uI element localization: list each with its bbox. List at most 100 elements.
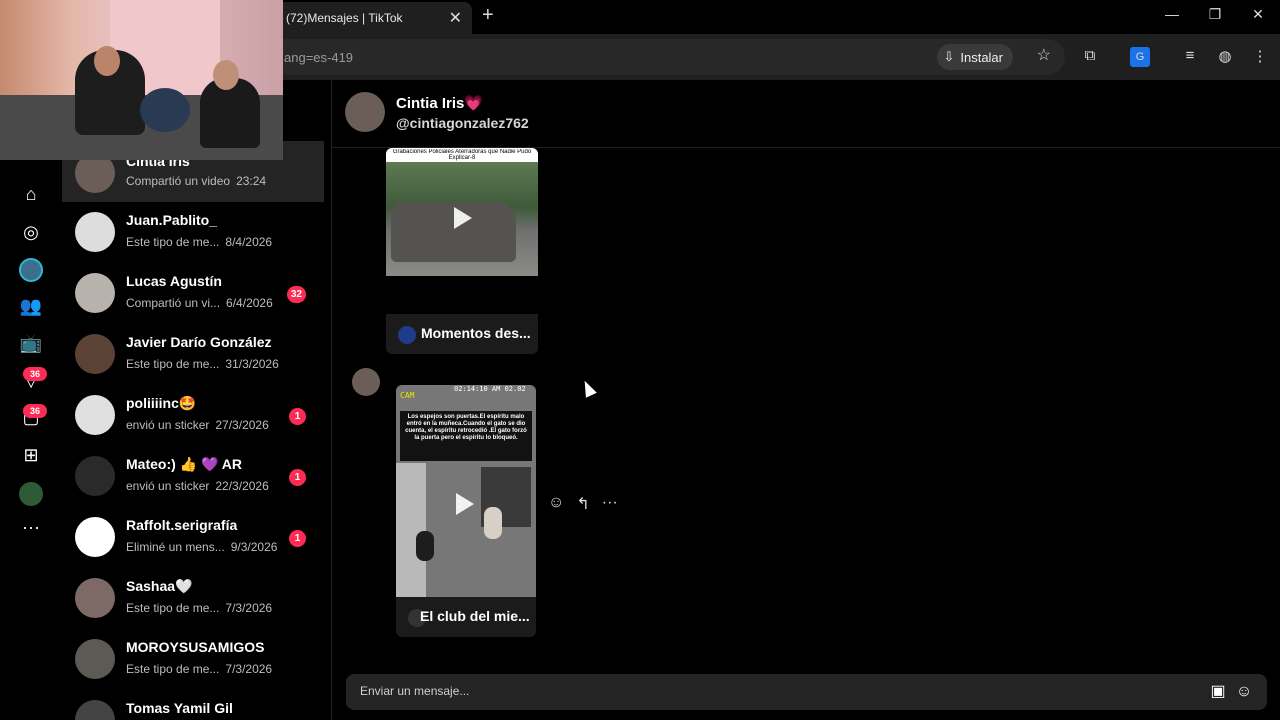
avatar xyxy=(75,212,115,252)
unread-badge: 1 xyxy=(289,530,306,547)
unread-badge: 32 xyxy=(286,286,306,303)
conversation-preview: Este tipo de me... 31/3/2026 xyxy=(126,357,279,371)
play-icon[interactable] xyxy=(456,493,474,515)
avatar xyxy=(75,700,115,720)
unread-badge: 1 xyxy=(289,469,306,486)
list-item[interactable]: Javier Darío González Este tipo de me...… xyxy=(62,324,324,385)
unread-badge: 1 xyxy=(289,408,306,425)
cat-figure xyxy=(416,531,434,561)
play-icon[interactable] xyxy=(454,207,472,229)
video-timestamp: 02:14:10 AM 02.02 xyxy=(454,385,526,393)
window-close-icon[interactable]: ✕ xyxy=(1243,6,1273,23)
list-item[interactable]: Sashaa🤍 Este tipo de me... 7/3/2026 xyxy=(62,568,324,629)
video-caption: El club del mie... xyxy=(396,597,536,637)
message-input[interactable] xyxy=(360,684,1180,698)
more-options-icon[interactable]: ··· xyxy=(602,494,618,514)
emoji-icon[interactable]: ☺ xyxy=(1234,682,1254,702)
conversation-preview: Compartió un vi... 6/4/2026 xyxy=(126,296,273,310)
bookmark-star-icon[interactable]: ☆ xyxy=(1037,45,1051,65)
menu-icon[interactable]: ⋮ xyxy=(1250,47,1270,67)
cam-label: CAM xyxy=(400,391,415,400)
webcam-overlay xyxy=(0,0,283,160)
chat-user-handle[interactable]: @cintiagonzalez762 xyxy=(396,115,529,131)
conversation-name: Juan.Pablito_ xyxy=(126,212,218,228)
profile-avatar-icon[interactable] xyxy=(19,482,43,506)
conversation-preview: Este tipo de me... 7/3/2026 xyxy=(126,601,273,615)
upload-icon[interactable]: ⊞ xyxy=(19,443,43,467)
list-item[interactable]: poliiiinc🤩 envió un sticker 27/3/2026 1 xyxy=(62,385,324,446)
media-control-icon[interactable]: ≡ xyxy=(1180,47,1200,67)
url-text: ang=es-419 xyxy=(284,50,354,65)
close-icon[interactable]: ✕ xyxy=(449,8,462,28)
profile-icon[interactable]: ◍ xyxy=(1215,47,1235,67)
home-icon[interactable]: ⌂ xyxy=(19,182,43,206)
avatar xyxy=(75,517,115,557)
translate-icon[interactable]: G xyxy=(1130,47,1150,67)
restore-icon[interactable]: ❐ xyxy=(1200,6,1230,23)
minimize-icon[interactable]: — xyxy=(1157,6,1187,22)
react-emoji-icon[interactable]: ☺ xyxy=(548,494,564,514)
list-item[interactable]: Tomas Yamil Gil xyxy=(62,690,324,720)
video-overlay-text: Grabaciones Policiales Aterradoras que N… xyxy=(392,149,532,161)
following-avatar-icon[interactable] xyxy=(19,258,43,282)
video-overlay-text: Los espejos son puertas.El espíritu malo… xyxy=(405,414,527,441)
new-tab-icon[interactable]: + xyxy=(482,4,494,27)
avatar xyxy=(75,334,115,374)
conversation-name: MOROYSUSAMIGOS xyxy=(126,639,265,655)
avatar xyxy=(75,273,115,313)
address-bar[interactable]: ang=es-419 ⇩ Instalar ☆ xyxy=(250,39,1065,75)
conversation-name: Sashaa🤍 xyxy=(126,578,193,594)
friends-icon[interactable]: 👥 xyxy=(19,294,43,318)
avatar xyxy=(75,639,115,679)
reply-icon[interactable]: ↰ xyxy=(576,494,589,514)
channel-icon xyxy=(398,326,416,344)
install-button[interactable]: ⇩ Instalar xyxy=(937,44,1013,70)
list-item[interactable]: Mateo:) 👍 💜 AR envió un sticker 22/3/2026… xyxy=(62,446,324,507)
video-thumbnail: CAM 02:14:10 AM 02.02 Los espejos son pu… xyxy=(396,385,536,597)
doll-figure xyxy=(484,507,502,539)
conversation-name: Mateo:) 👍 💜 AR xyxy=(126,456,243,472)
image-upload-icon[interactable]: ▣ xyxy=(1208,682,1228,702)
list-item[interactable]: Lucas Agustín Compartió un vi... 6/4/2026… xyxy=(62,263,324,324)
avatar xyxy=(75,456,115,496)
avatar[interactable] xyxy=(345,92,385,132)
avatar xyxy=(75,395,115,435)
chat-header: Cintia Iris💗 @cintiagonzalez762 xyxy=(332,80,1280,148)
conversation-name: Raffolt.serigrafía xyxy=(126,517,238,533)
avatar[interactable] xyxy=(352,368,380,396)
install-label: Instalar xyxy=(960,49,1003,65)
conversation-preview: envió un sticker 22/3/2026 xyxy=(126,479,269,493)
chat-user-name[interactable]: Cintia Iris💗 xyxy=(396,94,483,112)
tiktok-app: ⌂ ◎ 👥 📺 ▽ 36 ▢ 36 ⊞ ··· Cintia Iris Comp… xyxy=(0,80,1280,720)
conversation-preview: Este tipo de me... 8/4/2026 xyxy=(126,235,273,249)
chat-panel: Cintia Iris💗 @cintiagonzalez762 Grabacio… xyxy=(332,80,1280,720)
shared-video-card[interactable]: Grabaciones Policiales Aterradoras que N… xyxy=(386,148,538,354)
extensions-icon[interactable]: ⧉ xyxy=(1080,47,1100,67)
message-composer: ▣ ☺ xyxy=(346,674,1267,710)
shared-video-card[interactable]: CAM 02:14:10 AM 02.02 Los espejos son pu… xyxy=(396,385,536,637)
mouse-cursor xyxy=(579,378,597,398)
explore-icon[interactable]: ◎ xyxy=(19,220,43,244)
message-actions: ☺ ↰ ··· xyxy=(548,494,618,514)
activity-badge: 36 xyxy=(23,367,47,381)
video-caption: Momentos des... xyxy=(386,314,538,354)
list-item[interactable]: MOROYSUSAMIGOS Este tipo de me... 7/3/202… xyxy=(62,629,324,690)
live-icon[interactable]: 📺 xyxy=(19,331,43,355)
video-thumbnail xyxy=(386,162,538,276)
browser-tab[interactable]: (72)Mensajes | TikTok ✕ xyxy=(276,2,472,34)
conversation-preview: Compartió un video 23:24 xyxy=(126,174,267,188)
list-item[interactable]: Juan.Pablito_ Este tipo de me... 8/4/2026 xyxy=(62,202,324,263)
conversation-preview: envió un sticker 27/3/2026 xyxy=(126,418,269,432)
more-icon[interactable]: ··· xyxy=(19,515,43,539)
conversation-name: Javier Darío González xyxy=(126,334,272,350)
messages-badge: 36 xyxy=(23,404,47,418)
conversation-list: Cintia Iris Compartió un video 23:24 Juan… xyxy=(62,80,332,720)
list-item[interactable]: Raffolt.serigrafía Eliminé un mens... 9/3… xyxy=(62,507,324,568)
conversation-preview: Eliminé un mens... 9/3/2026 xyxy=(126,540,278,554)
conversation-name: Lucas Agustín xyxy=(126,273,222,289)
conversation-preview: Este tipo de me... 7/3/2026 xyxy=(126,662,273,676)
nav-rail: ⌂ ◎ 👥 📺 ▽ 36 ▢ 36 ⊞ ··· xyxy=(0,80,62,720)
tab-title: (72)Mensajes | TikTok xyxy=(286,11,403,25)
conversation-name: poliiiinc🤩 xyxy=(126,395,197,411)
conversation-name: Tomas Yamil Gil xyxy=(126,700,233,716)
